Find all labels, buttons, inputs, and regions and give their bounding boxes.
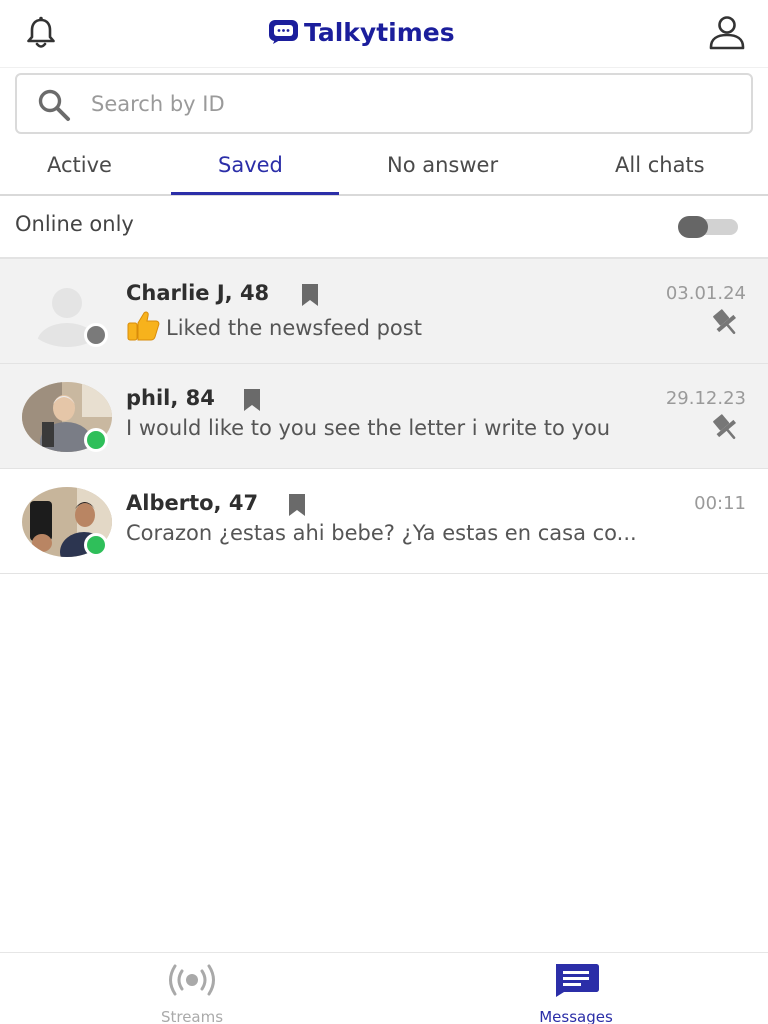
online-only-filter: Online only bbox=[0, 196, 768, 259]
offline-status-dot bbox=[84, 323, 108, 347]
chat-timestamp: 29.12.23 bbox=[665, 388, 746, 409]
chat-timestamp: 03.01.24 bbox=[665, 283, 746, 304]
tab-active[interactable]: Active bbox=[47, 150, 112, 180]
tab-all-chats[interactable]: All chats bbox=[615, 150, 705, 180]
message-icon bbox=[556, 964, 599, 997]
online-only-toggle[interactable] bbox=[678, 216, 738, 238]
broadcast-icon bbox=[169, 964, 215, 996]
nav-streams[interactable]: Streams bbox=[0, 953, 384, 1024]
toggle-knob bbox=[678, 216, 708, 238]
logo-text: Talkytimes bbox=[304, 17, 455, 47]
bottom-navigation: Streams Messages bbox=[0, 952, 768, 1024]
chat-tabs: Active Saved No answer All chats bbox=[0, 138, 768, 196]
online-only-label: Online only bbox=[15, 212, 134, 236]
app-logo: Talkytimes bbox=[268, 16, 455, 48]
search-icon bbox=[38, 89, 70, 121]
chat-message-text: Liked the newsfeed post bbox=[166, 316, 422, 340]
chat-last-message: Liked the newsfeed post bbox=[126, 311, 422, 341]
nav-streams-label: Streams bbox=[160, 1008, 224, 1024]
search-box bbox=[15, 73, 753, 134]
chat-name: phil, 84 bbox=[126, 386, 215, 410]
chat-last-message: I would like to you see the letter i wri… bbox=[126, 416, 611, 440]
app-header: Talkytimes bbox=[0, 0, 768, 68]
nav-messages[interactable]: Messages bbox=[384, 953, 768, 1024]
online-status-dot bbox=[84, 533, 108, 557]
pin-icon[interactable] bbox=[708, 412, 742, 442]
thumbs-up-icon bbox=[127, 311, 160, 341]
online-status-dot bbox=[84, 428, 108, 452]
bell-icon[interactable] bbox=[22, 14, 60, 52]
chat-row[interactable]: Alberto, 47 00:11 Corazon ¿estas ahi beb… bbox=[0, 469, 768, 574]
chat-bubble-logo-icon bbox=[269, 20, 298, 44]
search-input[interactable] bbox=[91, 83, 731, 125]
chat-last-message: Corazon ¿estas ahi bebe? ¿Ya estas en ca… bbox=[126, 521, 637, 545]
avatar[interactable] bbox=[22, 487, 112, 557]
chat-row[interactable]: phil, 84 29.12.23 I would like to you se… bbox=[0, 364, 768, 469]
nav-messages-label: Messages bbox=[539, 1008, 613, 1024]
chat-timestamp: 00:11 bbox=[694, 493, 746, 514]
chat-name: Charlie J, 48 bbox=[126, 281, 270, 305]
tab-no-answer[interactable]: No answer bbox=[387, 150, 498, 180]
active-tab-indicator bbox=[171, 192, 339, 195]
avatar[interactable] bbox=[22, 277, 112, 347]
chat-row[interactable]: Charlie J, 48 03.01.24 Liked the newsfee… bbox=[0, 259, 768, 364]
bookmark-icon[interactable] bbox=[287, 494, 307, 516]
pin-icon[interactable] bbox=[708, 307, 742, 337]
chat-name: Alberto, 47 bbox=[126, 491, 259, 515]
user-profile-icon[interactable] bbox=[706, 14, 748, 52]
avatar[interactable] bbox=[22, 382, 112, 452]
bookmark-icon[interactable] bbox=[300, 284, 320, 306]
tab-saved[interactable]: Saved bbox=[218, 150, 283, 180]
bookmark-icon[interactable] bbox=[242, 389, 262, 411]
